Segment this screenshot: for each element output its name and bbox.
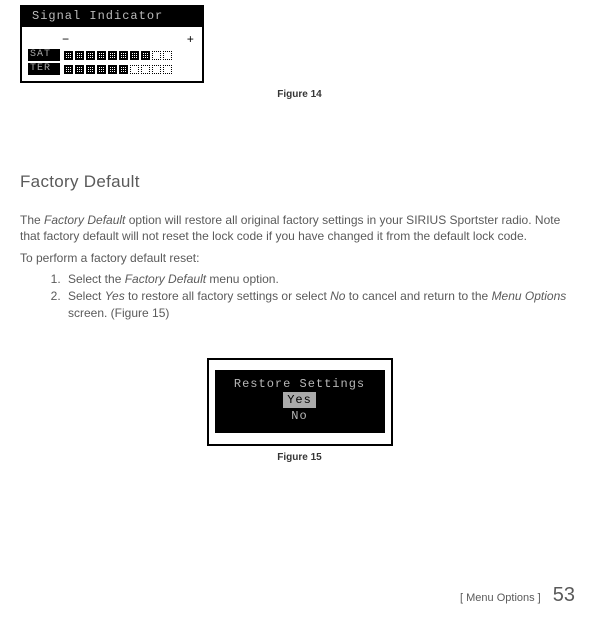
signal-bar-icon bbox=[141, 51, 150, 60]
sat-squares bbox=[64, 51, 172, 60]
signal-bar-empty-icon bbox=[163, 65, 172, 74]
scale-row: − + bbox=[28, 33, 196, 47]
signal-bar-icon bbox=[97, 51, 106, 60]
yes-highlight: Yes bbox=[283, 392, 316, 408]
ter-label: TER bbox=[28, 63, 60, 75]
minus-icon: − bbox=[62, 33, 69, 47]
restore-title: Restore Settings bbox=[219, 376, 381, 392]
signal-bar-icon bbox=[75, 65, 84, 74]
signal-bar-icon bbox=[119, 65, 128, 74]
em-factory-default: Factory Default bbox=[44, 213, 125, 227]
figure-15: Restore Settings Yes No Figure 15 bbox=[207, 358, 393, 463]
sat-row: SAT bbox=[28, 49, 196, 61]
text: Select bbox=[68, 289, 105, 303]
text: Select the bbox=[68, 272, 125, 286]
text: The bbox=[20, 213, 44, 227]
figure-14-caption: Figure 14 bbox=[20, 89, 579, 100]
signal-bar-icon bbox=[86, 51, 95, 60]
no-option: No bbox=[219, 408, 381, 424]
signal-bar-empty-icon bbox=[130, 65, 139, 74]
em-yes: Yes bbox=[105, 289, 125, 303]
signal-bar-icon bbox=[64, 51, 73, 60]
signal-bar-empty-icon bbox=[152, 65, 161, 74]
lcd-body: − + SAT bbox=[22, 27, 202, 81]
lcd-restore-settings: Restore Settings Yes No bbox=[207, 358, 393, 446]
signal-bar-empty-icon bbox=[152, 51, 161, 60]
yes-option: Yes bbox=[219, 392, 381, 408]
signal-bar-icon bbox=[119, 51, 128, 60]
step-2: Select Yes to restore all factory settin… bbox=[64, 288, 579, 322]
signal-bar-empty-icon bbox=[163, 51, 172, 60]
step-1: Select the Factory Default menu option. bbox=[64, 271, 579, 288]
signal-bar-icon bbox=[130, 51, 139, 60]
signal-bar-icon bbox=[108, 65, 117, 74]
lcd-signal-indicator: Signal Indicator − + SAT bbox=[20, 5, 204, 83]
figure-15-caption: Figure 15 bbox=[207, 452, 393, 463]
signal-bar-icon bbox=[97, 65, 106, 74]
section-heading: Factory Default bbox=[20, 172, 579, 192]
signal-bar-icon bbox=[86, 65, 95, 74]
em-factory-default: Factory Default bbox=[125, 272, 206, 286]
figure-14: Signal Indicator − + SAT bbox=[20, 5, 579, 100]
intro-paragraph: The Factory Default option will restore … bbox=[20, 212, 579, 244]
plus-icon: + bbox=[187, 33, 194, 47]
steps-list: Select the Factory Default menu option. … bbox=[20, 271, 579, 322]
text: menu option. bbox=[206, 272, 279, 286]
text: to cancel and return to the bbox=[345, 289, 491, 303]
signal-bar-icon bbox=[75, 51, 84, 60]
page-number: 53 bbox=[553, 584, 575, 607]
text: screen. (Figure 15) bbox=[68, 306, 169, 320]
signal-bar-empty-icon bbox=[141, 65, 150, 74]
footer-section: Menu Options bbox=[460, 592, 541, 604]
ter-squares bbox=[64, 65, 172, 74]
lcd-title: Signal Indicator bbox=[22, 7, 202, 27]
ter-row: TER bbox=[28, 63, 196, 75]
sat-label: SAT bbox=[28, 49, 60, 61]
em-menu-options: Menu Options bbox=[492, 289, 567, 303]
instructions-lead: To perform a factory default reset: bbox=[20, 250, 579, 266]
em-no: No bbox=[330, 289, 345, 303]
signal-bar-icon bbox=[108, 51, 117, 60]
page-footer: Menu Options 53 bbox=[460, 584, 575, 607]
lcd2-inner: Restore Settings Yes No bbox=[215, 370, 385, 433]
text: to restore all factory settings or selec… bbox=[125, 289, 330, 303]
signal-bar-icon bbox=[64, 65, 73, 74]
